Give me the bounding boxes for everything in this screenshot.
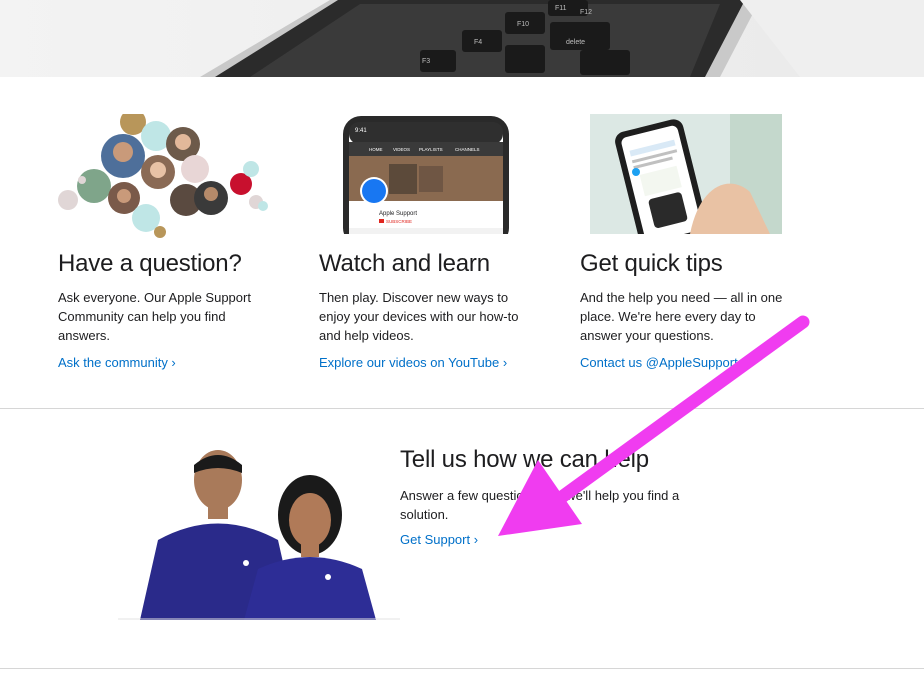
key-f4-label: F4 xyxy=(474,39,482,46)
phone-tab-playlists: PLAYLISTS xyxy=(419,147,443,152)
laptop-keyboard-illustration: F3 F4 F10 F11 F12 delete xyxy=(200,0,924,77)
card-videos-title: Watch and learn xyxy=(319,250,490,277)
phone-time: 9:41 xyxy=(355,128,367,134)
support-section: Tell us how we can help Answer a few que… xyxy=(400,446,720,549)
card-videos-body: Then play. Discover new ways to enjoy yo… xyxy=(319,290,519,343)
youtube-videos-link[interactable]: Explore our videos on YouTube › xyxy=(319,355,507,370)
key-f10-label: F10 xyxy=(517,21,529,28)
community-avatars-image xyxy=(58,109,270,238)
support-title: Tell us how we can help xyxy=(400,446,649,473)
key-delete-label: delete xyxy=(566,39,585,46)
hero-laptop-image: F3 F4 F10 F11 F12 delete xyxy=(0,0,924,77)
contact-apple-support-link[interactable]: Contact us @AppleSupport › xyxy=(580,355,746,370)
phone-tab-home: HOME xyxy=(369,147,383,152)
apple-staff-image xyxy=(118,445,400,620)
key-f11-label: F11 xyxy=(555,5,567,12)
twitter-phone-image xyxy=(580,114,792,249)
card-tips-body: And the help you need — all in one place… xyxy=(580,290,783,343)
bottom-divider xyxy=(0,668,924,669)
card-videos: 9:41 HOME VIDEOS PLAYLISTS CHANNELS Appl… xyxy=(319,114,559,370)
get-support-link[interactable]: Get Support › xyxy=(400,532,478,547)
youtube-phone-image: 9:41 HOME VIDEOS PLAYLISTS CHANNELS Appl… xyxy=(319,114,531,246)
ask-community-link[interactable]: Ask the community › xyxy=(58,355,176,370)
phone-channel-name: Apple Support xyxy=(379,211,417,217)
phone-tab-channels: CHANNELS xyxy=(455,147,480,152)
section-divider xyxy=(0,408,924,409)
key-f3-label: F3 xyxy=(422,58,430,65)
card-community: Have a question? Ask everyone. Our Apple… xyxy=(58,109,298,370)
card-tips-title: Get quick tips xyxy=(580,250,723,277)
support-body: Answer a few questions and we'll help yo… xyxy=(400,488,680,522)
phone-tab-videos: VIDEOS xyxy=(393,147,410,152)
phone-subscribe: SUBSCRIBE xyxy=(386,219,412,224)
card-tips: Get quick tips And the help you need — a… xyxy=(580,114,820,370)
key-f12-label: F12 xyxy=(580,9,592,16)
card-community-body: Ask everyone. Our Apple Support Communit… xyxy=(58,290,251,343)
card-community-title: Have a question? xyxy=(58,250,242,277)
